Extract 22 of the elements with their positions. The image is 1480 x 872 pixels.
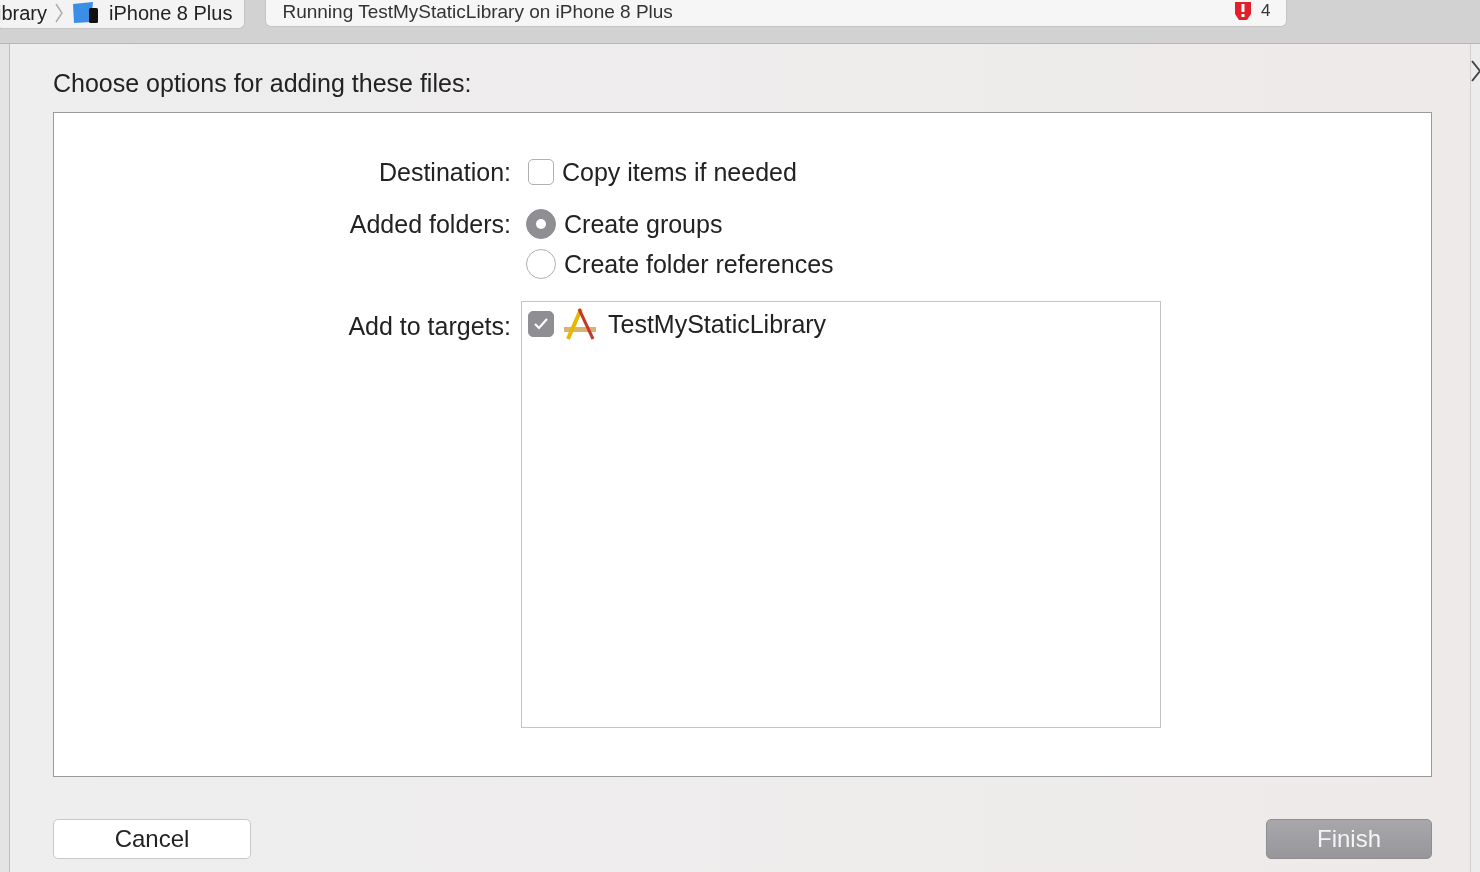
checkbox-label: Copy items if needed — [562, 157, 797, 187]
device-icon — [71, 2, 101, 24]
dialog-title: Choose options for adding these files: — [53, 68, 473, 99]
checkbox[interactable] — [528, 311, 554, 337]
field-label: Add to targets: — [347, 311, 511, 342]
app-icon — [562, 307, 598, 341]
radio-label: Create groups — [564, 209, 723, 239]
field-label: Added folders: — [348, 209, 511, 240]
chevron-icon — [55, 3, 63, 23]
error-count: 4 — [1260, 2, 1271, 20]
breadcrumb-item[interactable]: iPhone 8 Plus — [109, 2, 233, 24]
radio-button[interactable] — [526, 249, 556, 279]
cancel-button[interactable]: Cancel — [53, 819, 251, 859]
radio-button[interactable] — [526, 209, 556, 239]
scheme-selector[interactable]: ibrary iPhone 8 Plus — [0, 0, 246, 29]
field-label: Destination: — [377, 157, 511, 187]
target-name: TestMyStaticLibrary — [608, 309, 827, 340]
status-text: Running TestMyStaticLibrary on iPhone 8 Plus — [282, 1, 673, 24]
checkbox[interactable] — [528, 159, 554, 185]
radio-label: Create folder references — [564, 249, 834, 279]
breadcrumb-item[interactable]: ibrary — [0, 2, 47, 24]
checkmark-icon — [533, 317, 549, 331]
